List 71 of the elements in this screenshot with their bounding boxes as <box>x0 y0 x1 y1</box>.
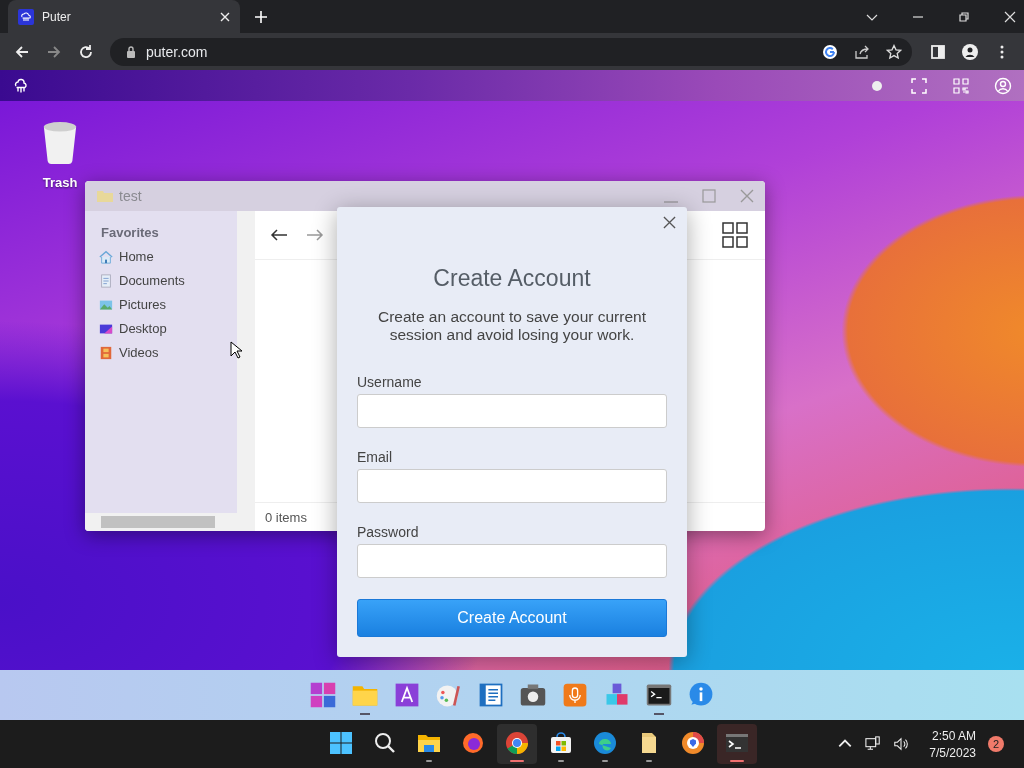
sidebar-item[interactable]: Desktop <box>99 321 167 336</box>
browser-tab[interactable]: Puter <box>8 0 240 33</box>
start-app-icon <box>328 731 353 755</box>
store-app-icon <box>548 731 573 755</box>
forward-arrow-icon[interactable] <box>46 43 62 60</box>
firefox-app-icon <box>460 731 485 755</box>
recorder-app-icon[interactable] <box>561 681 589 709</box>
dialog-message: Create an account to save your current session and avoid losing your work. <box>377 308 647 344</box>
lock-icon <box>126 45 136 58</box>
notification-badge[interactable]: 2 <box>988 736 1004 752</box>
sidebar-heading: Favorites <box>101 225 160 240</box>
side-panel-icon[interactable] <box>930 43 946 60</box>
taskbar-button[interactable] <box>496 724 537 764</box>
clock-time: 2:50 AM <box>931 728 976 743</box>
chrome-app-icon <box>504 731 529 755</box>
input-field[interactable] <box>357 394 667 428</box>
edge-app-icon <box>592 731 617 755</box>
home-icon <box>99 249 113 264</box>
reload-icon[interactable] <box>78 43 94 60</box>
terminal-app-icon <box>724 731 749 755</box>
browser-app-icon <box>680 731 705 755</box>
new-tab-icon[interactable] <box>255 10 267 23</box>
sidebar-item[interactable]: Videos <box>99 345 159 360</box>
speaker-icon[interactable] <box>893 736 910 752</box>
sidebar-item[interactable]: Documents <box>99 273 185 288</box>
g-logo-icon[interactable] <box>822 43 838 60</box>
cloud-logo-icon[interactable] <box>12 76 30 95</box>
notes-app-icon[interactable] <box>477 681 505 709</box>
videos-icon <box>99 345 113 360</box>
text-app-icon[interactable] <box>393 681 421 709</box>
trash-bin-icon[interactable] <box>41 121 79 165</box>
tab-title: Puter <box>42 9 72 24</box>
trash-label: Trash <box>42 175 78 190</box>
item-count: 0 items <box>265 509 307 525</box>
qr-code-icon[interactable] <box>952 76 970 95</box>
user-icon[interactable] <box>994 76 1012 95</box>
fullscreen-icon[interactable] <box>910 76 928 95</box>
field-label: Username <box>357 374 422 390</box>
mouse-cursor-icon <box>230 341 242 359</box>
sidebar-item[interactable]: Home <box>99 249 154 264</box>
taskbar-button[interactable] <box>716 724 757 764</box>
url-text: puter.com <box>146 43 208 60</box>
sidebar-item[interactable]: Pictures <box>99 297 166 312</box>
running-indicator <box>654 713 664 715</box>
clock-date: 7/5/2023 <box>929 745 976 760</box>
input-field[interactable] <box>357 544 667 578</box>
restore-icon[interactable] <box>958 10 970 23</box>
folder-icon <box>97 190 113 202</box>
field-label: Email <box>357 449 392 465</box>
network-icon[interactable] <box>865 736 882 752</box>
scrollbar[interactable] <box>85 513 255 531</box>
forward-arrow-icon[interactable] <box>305 227 325 243</box>
search-icon <box>372 731 397 755</box>
dialog-title: Create Account <box>432 265 592 292</box>
grid-view-icon[interactable] <box>721 221 749 249</box>
input-field[interactable] <box>357 469 667 503</box>
cloud-logo-icon <box>18 8 34 25</box>
scrollbar[interactable] <box>237 211 255 513</box>
apps-app-icon[interactable] <box>309 681 337 709</box>
back-arrow-icon[interactable] <box>14 43 30 60</box>
star-icon[interactable] <box>886 43 902 60</box>
field-label: Password <box>357 524 419 540</box>
address-field[interactable]: puter.com <box>110 37 912 66</box>
share-icon[interactable] <box>854 43 870 60</box>
window-title: test <box>119 188 142 204</box>
documents-icon <box>99 273 113 288</box>
clock[interactable]: 2:50 AM 7/5/2023 <box>929 728 976 760</box>
close-icon[interactable] <box>663 216 676 229</box>
profile-icon[interactable] <box>962 43 978 60</box>
back-arrow-icon[interactable] <box>269 227 289 243</box>
running-indicator <box>360 713 370 715</box>
